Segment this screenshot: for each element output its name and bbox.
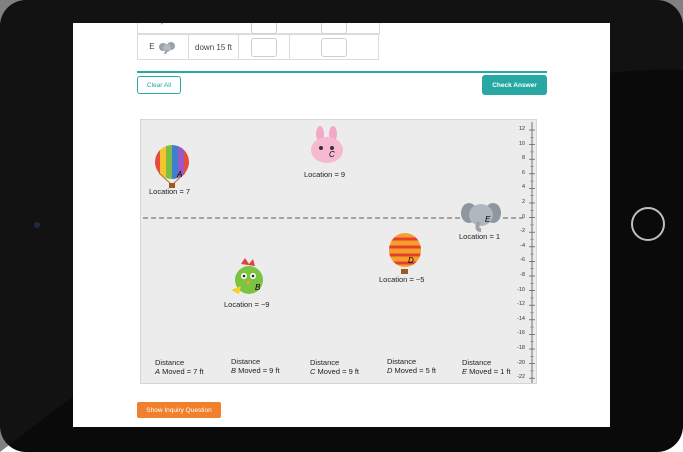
show-inquiry-button[interactable]: Show Inquiry Question — [137, 402, 221, 418]
distance-b-value: Moved = 9 ft — [236, 366, 280, 375]
location-label-b: Location = −9 — [224, 300, 270, 309]
distance-c-title: Distance — [310, 358, 340, 367]
balloon-a-icon[interactable]: A — [153, 145, 191, 191]
home-button[interactable] — [631, 207, 665, 241]
movement-table: E down 15 ft — [137, 34, 379, 60]
app-screen: E down 15 ft Clear All Check Answer 12 10… — [73, 23, 610, 427]
location-input[interactable] — [251, 37, 277, 57]
distance-c: Distance C Moved = 9 ft — [310, 358, 359, 376]
location-label-d: Location = −5 — [379, 275, 425, 284]
row-letter-cell: E — [137, 34, 189, 60]
distance-input[interactable] — [321, 37, 347, 57]
distance-e: Distance E Moved = 1 ft — [462, 358, 511, 376]
bunny-c-icon[interactable]: C — [307, 126, 347, 166]
distance-c-value: Moved = 9 ft — [315, 367, 360, 376]
bird-b-icon[interactable]: B — [229, 258, 271, 302]
tablet-frame: E down 15 ft Clear All Check Answer 12 10… — [0, 0, 683, 452]
distance-d-title: Distance — [387, 357, 417, 366]
axis-tick-label: 8 — [521, 155, 525, 162]
answer-input-partial[interactable] — [251, 23, 277, 34]
axis-tick-label: -6 — [520, 257, 525, 264]
answer-input-partial-2[interactable] — [321, 23, 347, 34]
svg-text:C: C — [329, 150, 335, 159]
axis-tick-label: 2 — [521, 199, 525, 205]
axis-tick-label: 10 — [518, 140, 525, 147]
axis-tick-label: 6 — [521, 169, 525, 176]
distance-d-value: Moved = 5 ft — [392, 366, 437, 375]
distance-input-cell — [289, 34, 379, 60]
axis-tick-label: -18 — [517, 345, 525, 351]
axis-tick-label: -22 — [517, 374, 525, 381]
location-label-e: Location = 1 — [459, 232, 501, 241]
axis-tick-label: -14 — [517, 315, 525, 322]
axis-tick-label: 12 — [518, 126, 525, 132]
elephant-icon — [158, 42, 175, 55]
camera-icon — [34, 222, 40, 228]
number-line-graph: 12 10 8 6 4 2 0 -2 -4 -6 -8 -10 -12 -14 -16 -18 -20 -22 A… — [140, 119, 537, 384]
distance-d: Distance D Moved = 5 ft — [387, 357, 436, 375]
distance-a: Distance A Moved = 7 ft — [155, 358, 204, 376]
balloon-d-icon[interactable]: D — [387, 233, 423, 277]
distance-b-title: Distance — [231, 357, 261, 366]
axis-tick-label: -4 — [520, 242, 525, 249]
clear-all-button[interactable]: Clear All — [137, 76, 181, 94]
row-letter: E — [149, 42, 155, 52]
axis-tick-label: 4 — [521, 184, 525, 191]
distance-e-title: Distance — [462, 358, 492, 367]
table-row: E down 15 ft — [137, 34, 379, 60]
distance-b: Distance B Moved = 9 ft — [231, 357, 280, 375]
location-label-c: Location = 9 — [304, 170, 346, 179]
divider-line — [137, 71, 547, 73]
svg-text:B: B — [255, 283, 261, 292]
svg-text:D: D — [408, 256, 414, 265]
elephant-e-icon[interactable]: E — [461, 200, 501, 232]
axis-tick-label: -10 — [517, 286, 525, 293]
distance-a-title: Distance — [155, 358, 185, 367]
svg-text:E: E — [485, 215, 491, 224]
check-answer-button[interactable]: Check Answer — [482, 75, 547, 95]
axis-tick-label: 0 — [521, 213, 525, 220]
axis-tick-label: -12 — [517, 301, 525, 308]
axis-tick-label: -16 — [517, 330, 525, 337]
axis-tick-label: -2 — [520, 228, 525, 235]
axis-tick-label: -8 — [520, 272, 525, 278]
distance-e-value: Moved = 1 ft — [467, 367, 511, 376]
axis-tick-label: -20 — [517, 359, 525, 366]
location-input-cell — [238, 34, 290, 60]
distance-a-value: Moved = 7 ft — [160, 367, 204, 376]
row-direction: down 15 ft — [188, 34, 239, 60]
location-label-a: Location = 7 — [149, 187, 191, 196]
svg-text:A: A — [176, 170, 182, 179]
